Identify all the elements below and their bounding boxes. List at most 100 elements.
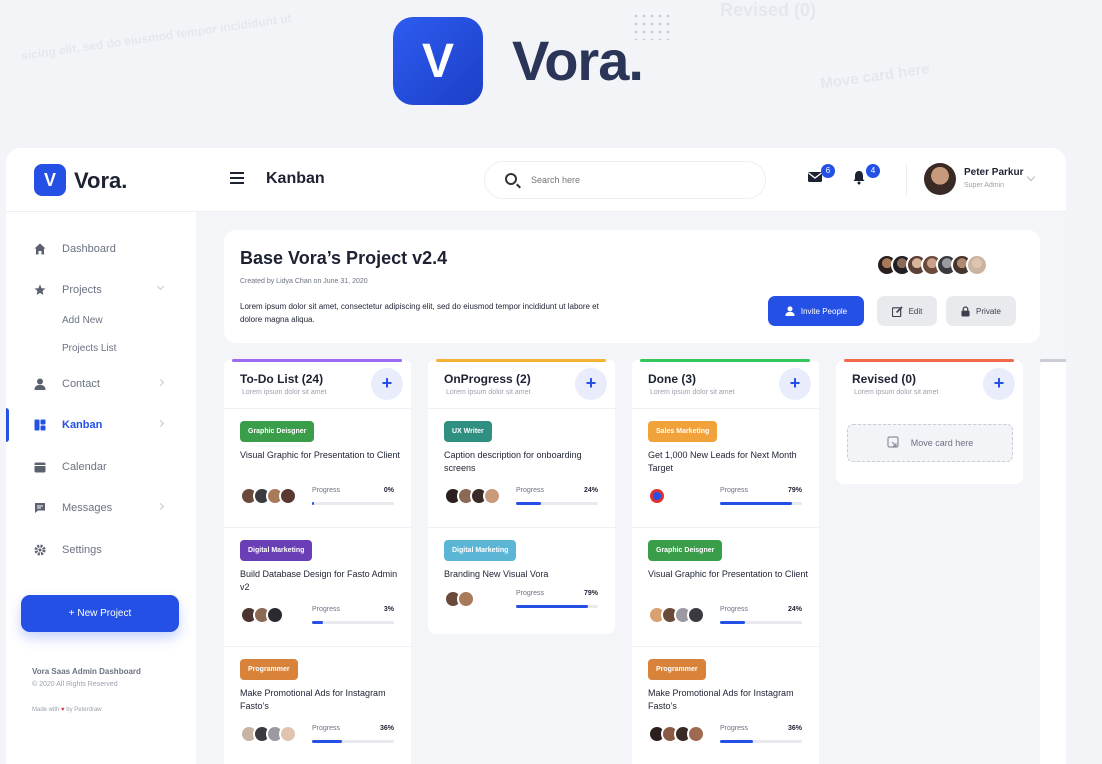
mail-button[interactable]: 6 xyxy=(807,164,835,188)
progress-fill xyxy=(516,605,589,608)
topbar: V Vora. Kanban 6 4 Peter Parkur Super Ad… xyxy=(6,148,1066,212)
column-accent xyxy=(1040,359,1066,362)
move-card-label: Move card here xyxy=(910,438,974,448)
task-avatars xyxy=(648,725,705,743)
search-icon xyxy=(505,173,517,185)
bell-badge: 4 xyxy=(866,164,880,178)
kanban-column-revised: Revised (0) Lorem ipsum dolor sit amet +… xyxy=(836,359,1023,484)
sidebar-subitem-add-new[interactable]: Add New xyxy=(62,315,103,326)
task-card[interactable]: Graphic Deisgner Visual Graphic for Pres… xyxy=(224,408,411,527)
task-avatars xyxy=(444,590,475,608)
invite-label: Invite People xyxy=(800,306,848,316)
task-tag: Graphic Deisgner xyxy=(648,540,723,561)
sidebar-item-contact[interactable]: Contact xyxy=(6,370,196,398)
right-edge xyxy=(1066,148,1102,764)
user-name[interactable]: Peter Parkur xyxy=(964,167,1023,178)
task-title: Make Promotional Ads for Instagram Fasto… xyxy=(648,688,794,711)
new-project-button[interactable]: + New Project xyxy=(21,595,179,632)
avatar xyxy=(457,590,475,608)
progress-fill xyxy=(516,502,541,505)
kanban-column-onprogress: OnProgress (2) Lorem ipsum dolor sit ame… xyxy=(428,359,615,634)
task-avatars xyxy=(648,487,666,505)
progress-label: Progress xyxy=(720,487,749,494)
column-header: Done (3) Lorem ipsum dolor sit amet + xyxy=(632,359,819,408)
progress-fill xyxy=(720,502,793,505)
sidebar-item-label: Kanban xyxy=(62,419,103,431)
app-window: V Vora. Kanban 6 4 Peter Parkur Super Ad… xyxy=(6,148,1066,764)
task-card[interactable]: UX Writer Caption description for onboar… xyxy=(428,408,615,527)
column-accent xyxy=(436,359,606,362)
notification-button[interactable]: 4 xyxy=(852,164,880,188)
user-role: Super Admin xyxy=(964,182,1005,189)
calendar-icon xyxy=(34,462,46,473)
add-card-button[interactable]: + xyxy=(575,368,607,400)
sidebar-item-settings[interactable]: Settings xyxy=(6,536,196,564)
hero-title: Vora. xyxy=(512,29,644,92)
column-subtitle: Lorem ipsum dolor sit amet xyxy=(650,389,735,396)
avatar xyxy=(483,487,501,505)
sidebar-subitem-projects-list[interactable]: Projects List xyxy=(62,343,116,354)
move-card-dropzone[interactable]: Move card here xyxy=(847,424,1013,462)
task-title: Caption description for onboarding scree… xyxy=(444,450,582,473)
sidebar-item-label: Projects xyxy=(62,284,102,296)
progress-label: Progress xyxy=(312,725,341,732)
add-card-button[interactable]: + xyxy=(983,368,1015,400)
progress-fill xyxy=(312,502,314,505)
task-tag: Programmer xyxy=(240,659,298,680)
column-title: Done (3) xyxy=(648,372,696,386)
add-card-button[interactable]: + xyxy=(779,368,811,400)
edit-button[interactable]: Edit xyxy=(877,296,937,326)
sidebar-item-label: Settings xyxy=(62,544,102,556)
footer-made-with: Made with ♥ by Peterdraw xyxy=(32,707,102,713)
task-card[interactable]: Digital Marketing Branding New Visual Vo… xyxy=(428,527,615,634)
footer-copyright: © 2020 All Rights Reserved xyxy=(32,681,118,688)
sidebar-item-calendar[interactable]: Calendar xyxy=(6,453,196,481)
task-avatars xyxy=(648,606,705,624)
project-header-card: Base Vora’s Project v2.4 Created by Lidy… xyxy=(224,230,1040,343)
sidebar-item-projects[interactable]: Projects xyxy=(6,276,196,304)
move-card-icon xyxy=(887,436,899,448)
sidebar-item-label: Messages xyxy=(62,502,113,514)
search-input[interactable] xyxy=(531,171,731,189)
progress-value: 79% xyxy=(583,590,598,597)
invite-people-button[interactable]: Invite People xyxy=(768,296,864,326)
task-card[interactable]: Sales Marketing Get 1,000 New Leads for … xyxy=(632,408,819,527)
brand-name[interactable]: Vora. xyxy=(74,168,127,194)
sidebar-item-kanban[interactable]: Kanban xyxy=(6,408,196,442)
sidebar-item-dashboard[interactable]: Dashboard xyxy=(6,235,196,263)
kanban-column-partial xyxy=(1040,359,1066,764)
column-header xyxy=(1040,359,1066,764)
task-card[interactable]: Digital Marketing Build Database Design … xyxy=(224,527,411,646)
private-button[interactable]: Private xyxy=(946,296,1016,326)
progress-value: 24% xyxy=(787,606,802,613)
heart-icon: ♥ xyxy=(61,707,65,713)
progress-label: Progress xyxy=(720,725,749,732)
progress-label: Progress xyxy=(516,590,545,597)
hero-logo-letter: V xyxy=(421,34,454,88)
task-card[interactable]: Graphic Deisgner Visual Graphic for Pres… xyxy=(632,527,819,646)
brand-logo-icon[interactable]: V xyxy=(34,164,66,196)
sidebar-item-messages[interactable]: Messages xyxy=(6,494,196,522)
team-avatars[interactable] xyxy=(876,254,988,276)
task-avatars xyxy=(240,487,297,505)
menu-toggle-icon[interactable] xyxy=(230,172,244,184)
project-description: Lorem ipsum dolor sit amet, consectetur … xyxy=(240,302,599,324)
progress-value: 24% xyxy=(583,487,598,494)
avatar[interactable] xyxy=(924,163,956,195)
chevron-down-icon[interactable] xyxy=(1026,172,1036,182)
progress-label: Progress xyxy=(312,606,341,613)
chevron-right-icon xyxy=(156,419,165,428)
column-accent xyxy=(844,359,1014,362)
private-label: Private xyxy=(976,306,1001,316)
active-indicator xyxy=(6,408,9,442)
mail-badge: 6 xyxy=(821,164,835,178)
task-card[interactable]: Programmer Make Promotional Ads for Inst… xyxy=(632,646,819,764)
avatar xyxy=(279,725,297,743)
task-card[interactable]: Programmer Make Promotional Ads for Inst… xyxy=(224,646,411,764)
message-icon xyxy=(35,503,45,513)
task-avatars xyxy=(240,606,284,624)
avatar xyxy=(966,254,988,276)
add-card-button[interactable]: + xyxy=(371,368,403,400)
kanban-column-done: Done (3) Lorem ipsum dolor sit amet + Sa… xyxy=(632,359,819,764)
avatar xyxy=(648,487,666,505)
